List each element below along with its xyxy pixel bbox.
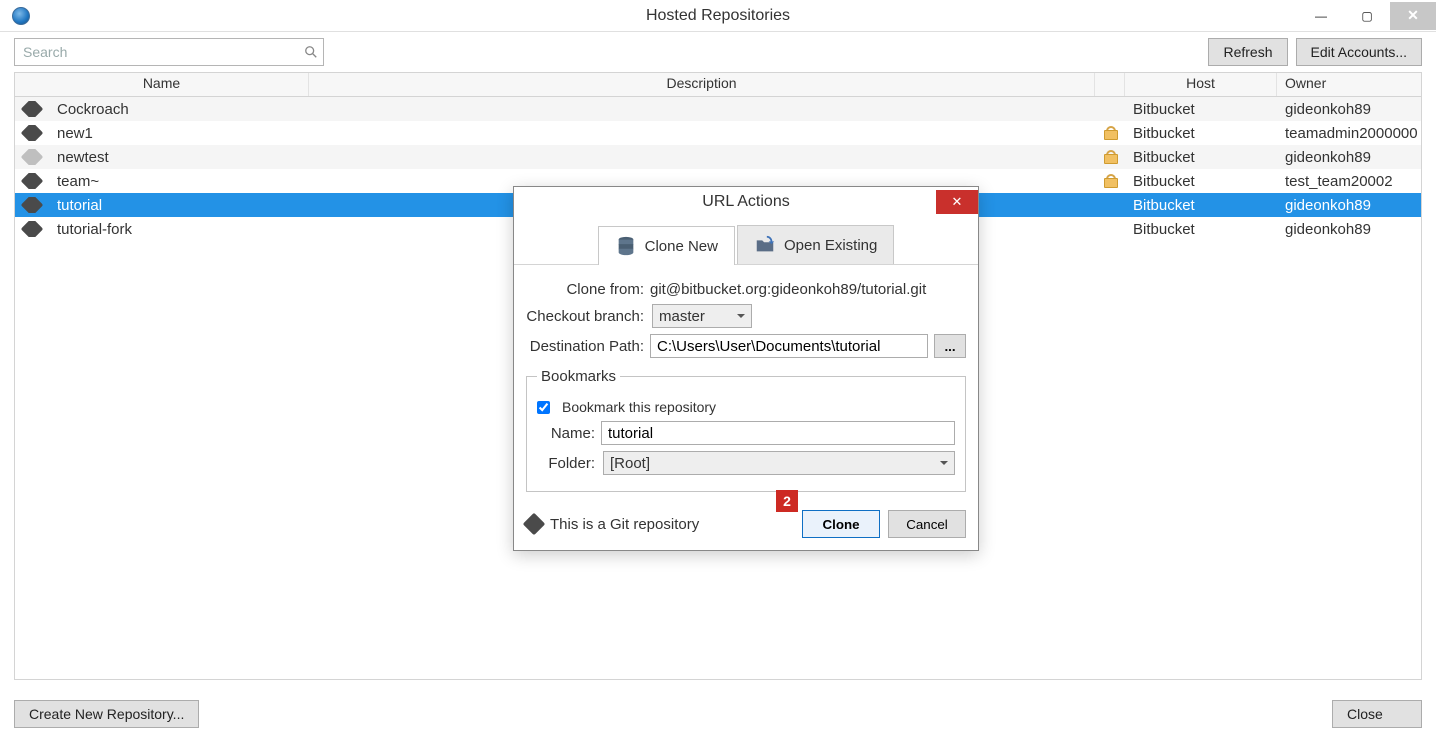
dialog-footer: This is a Git repository 2 Clone Cancel <box>514 502 978 550</box>
app-icon <box>12 7 30 25</box>
lock-icon <box>1104 126 1116 140</box>
toolbar: Refresh Edit Accounts... <box>0 32 1436 72</box>
repo-name: newtest <box>49 149 309 166</box>
tab-clone-label: Clone New <box>645 238 718 255</box>
lock-icon <box>1104 174 1116 188</box>
dest-path-label: Destination Path: <box>526 338 644 355</box>
repo-type-icon <box>15 221 49 237</box>
bookmark-checkbox-label: Bookmark this repository <box>562 399 716 415</box>
repo-type-icon <box>15 149 49 165</box>
clone-from-label: Clone from: <box>526 281 644 298</box>
repo-type-icon <box>15 173 49 189</box>
lock-icon <box>1104 150 1116 164</box>
repo-name: new1 <box>49 125 309 142</box>
repo-host: Bitbucket <box>1125 149 1277 166</box>
repo-owner: gideonkoh89 <box>1277 197 1421 214</box>
url-actions-dialog: URL Actions ✕ Clone New Open Existing Cl… <box>513 186 979 551</box>
clone-from-value: git@bitbucket.org:gideonkoh89/tutorial.g… <box>650 281 926 298</box>
callout-badge: 2 <box>776 490 798 512</box>
folder-open-icon <box>754 234 776 256</box>
dialog-title: URL Actions <box>702 193 789 211</box>
search-box <box>14 38 324 66</box>
table-header: Name Description Host Owner <box>15 73 1421 97</box>
repo-name: tutorial-fork <box>49 221 309 238</box>
bookmark-name-label: Name: <box>537 425 595 442</box>
repo-host: Bitbucket <box>1125 221 1277 238</box>
repo-host: Bitbucket <box>1125 173 1277 190</box>
repo-owner: test_team20002 <box>1277 173 1421 190</box>
repo-type-status: This is a Git repository <box>526 516 699 533</box>
edit-accounts-button[interactable]: Edit Accounts... <box>1296 38 1423 66</box>
close-button[interactable]: Close <box>1332 700 1422 728</box>
col-lock-header <box>1095 73 1125 96</box>
table-row[interactable]: new1 Bitbucketteamadmin2000000 <box>15 121 1421 145</box>
repo-name: tutorial <box>49 197 309 214</box>
repo-name: Cockroach <box>49 101 309 118</box>
create-repo-button[interactable]: Create New Repository... <box>14 700 199 728</box>
bookmark-folder-label: Folder: <box>537 455 595 472</box>
dialog-body: Clone from: git@bitbucket.org:gideonkoh8… <box>514 265 978 502</box>
col-owner-header[interactable]: Owner <box>1277 73 1421 96</box>
dialog-titlebar: URL Actions ✕ <box>514 187 978 217</box>
bookmarks-legend: Bookmarks <box>537 368 620 385</box>
repo-owner: gideonkoh89 <box>1277 149 1421 166</box>
titlebar: Hosted Repositories — ▢ ✕ <box>0 0 1436 32</box>
search-input[interactable] <box>14 38 324 66</box>
bookmarks-group: Bookmarks Bookmark this repository Name:… <box>526 368 966 492</box>
repo-host: Bitbucket <box>1125 101 1277 118</box>
table-row[interactable]: Cockroach Bitbucketgideonkoh89 <box>15 97 1421 121</box>
repo-host: Bitbucket <box>1125 125 1277 142</box>
bottom-bar: Create New Repository... Close <box>14 700 1422 728</box>
bookmark-checkbox[interactable] <box>537 401 550 414</box>
cancel-button[interactable]: Cancel <box>888 510 966 538</box>
repo-owner: gideonkoh89 <box>1277 101 1421 118</box>
minimize-button[interactable]: — <box>1298 2 1344 30</box>
repo-name: team~ <box>49 173 309 190</box>
repo-host: Bitbucket <box>1125 197 1277 214</box>
table-row[interactable]: newtest Bitbucketgideonkoh89 <box>15 145 1421 169</box>
maximize-button[interactable]: ▢ <box>1344 2 1390 30</box>
tab-open-existing[interactable]: Open Existing <box>737 225 894 264</box>
repo-owner: gideonkoh89 <box>1277 221 1421 238</box>
tab-open-label: Open Existing <box>784 237 877 254</box>
repo-owner: teamadmin2000000 <box>1277 125 1421 142</box>
lock-cell <box>1095 174 1125 188</box>
tab-clone-new[interactable]: Clone New <box>598 226 735 265</box>
clone-button[interactable]: Clone <box>802 510 880 538</box>
dialog-tabs: Clone New Open Existing <box>514 217 978 265</box>
col-host-header[interactable]: Host <box>1125 73 1277 96</box>
col-description-header[interactable]: Description <box>309 73 1095 96</box>
browse-button[interactable]: ... <box>934 334 966 358</box>
bookmark-name-input[interactable] <box>601 421 955 445</box>
checkout-branch-label: Checkout branch: <box>526 308 644 325</box>
repo-type-icon <box>15 197 49 213</box>
database-icon <box>615 235 637 257</box>
col-name-header[interactable]: Name <box>15 73 309 96</box>
lock-cell <box>1095 126 1125 140</box>
git-icon <box>523 513 546 536</box>
window-controls: — ▢ ✕ <box>1298 2 1436 30</box>
status-text: This is a Git repository <box>550 516 699 533</box>
bookmark-folder-select[interactable]: [Root] <box>603 451 955 475</box>
close-window-button[interactable]: ✕ <box>1390 2 1436 30</box>
repo-type-icon <box>15 125 49 141</box>
window-title: Hosted Repositories <box>646 7 790 25</box>
search-icon <box>304 45 318 59</box>
lock-cell <box>1095 150 1125 164</box>
dialog-close-button[interactable]: ✕ <box>936 190 978 214</box>
checkout-branch-select[interactable]: master <box>652 304 752 328</box>
refresh-button[interactable]: Refresh <box>1208 38 1287 66</box>
dest-path-input[interactable] <box>650 334 928 358</box>
repo-type-icon <box>15 101 49 117</box>
